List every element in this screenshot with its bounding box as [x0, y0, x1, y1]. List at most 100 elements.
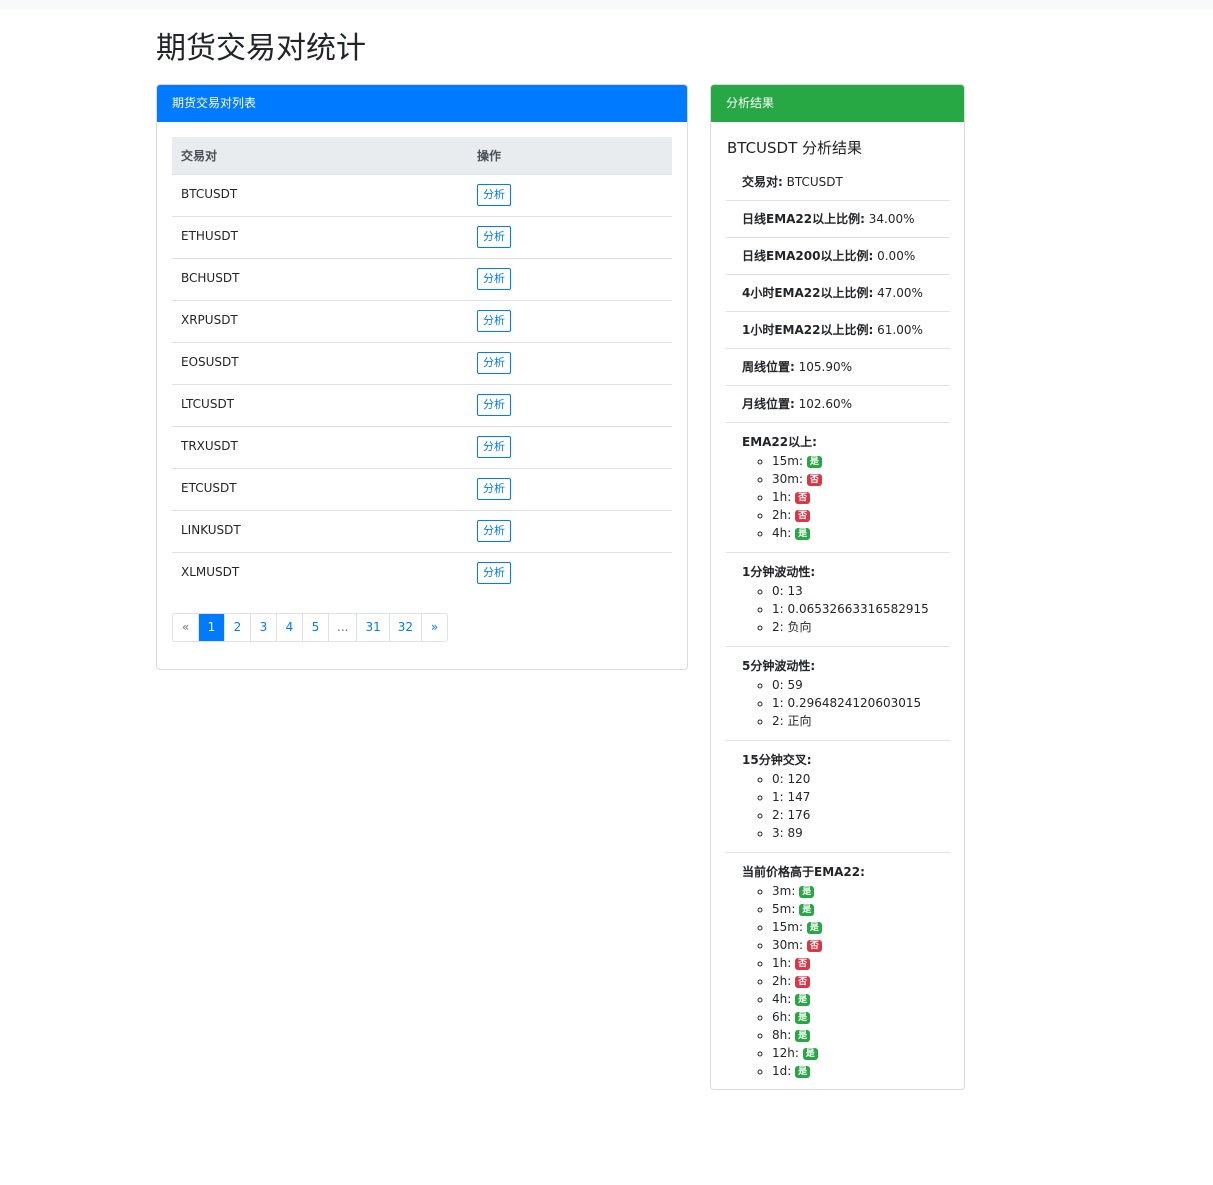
list-item-value: 89 — [787, 826, 803, 840]
list-item-value: 147 — [787, 790, 811, 804]
action-cell: 分析 — [468, 174, 672, 217]
table-row: ETHUSDT 分析 — [172, 216, 672, 259]
table-row: BTCUSDT 分析 — [172, 174, 672, 217]
result-group-list: 3m: 是5m: 是15m: 是30m: 否1h: 否2h: 否4h: 是6h:… — [742, 882, 950, 1080]
list-item-key: 0: — [772, 678, 784, 692]
pagination-next[interactable]: » — [422, 614, 447, 641]
list-item: 4h: 是 — [772, 524, 950, 542]
analyze-button[interactable]: 分析 — [477, 520, 511, 542]
action-cell: 分析 — [468, 384, 672, 427]
list-item: 6h: 是 — [772, 1008, 950, 1026]
list-item: 5m: 是 — [772, 900, 950, 918]
result-group-label: 5分钟波动性: — [742, 659, 816, 673]
analyze-button[interactable]: 分析 — [477, 436, 511, 458]
list-item: 4h: 是 — [772, 990, 950, 1008]
list-item-key: 15m: — [772, 920, 804, 934]
pair-name: LINKUSDT — [172, 510, 468, 553]
status-badge: 否 — [795, 510, 811, 522]
status-badge: 是 — [799, 886, 815, 898]
status-badge: 是 — [802, 1048, 818, 1060]
pagination-page[interactable]: 2 — [225, 614, 251, 641]
analyze-button[interactable]: 分析 — [477, 310, 511, 332]
action-cell: 分析 — [468, 300, 672, 343]
list-item: 1: 0.06532663316582915 — [772, 600, 950, 618]
list-item: 1: 0.2964824120603015 — [772, 694, 950, 712]
pagination-page[interactable]: 31 — [357, 614, 390, 641]
pair-name: BCHUSDT — [172, 258, 468, 301]
analyze-button[interactable]: 分析 — [477, 352, 511, 374]
result-group: 当前价格高于EMA22:3m: 是5m: 是15m: 是30m: 否1h: 否2… — [726, 853, 950, 1089]
pagination-prev[interactable]: « — [173, 614, 199, 641]
list-item: 15m: 是 — [772, 452, 950, 470]
result-group-label: 1分钟波动性: — [742, 565, 816, 579]
status-badge: 是 — [795, 1030, 811, 1042]
list-item-key: 0: — [772, 584, 784, 598]
pairs-card-header: 期货交易对列表 — [157, 85, 687, 122]
list-item-key: 30m: — [772, 472, 804, 486]
list-item-value: 正向 — [787, 714, 812, 728]
list-item-key: 3m: — [772, 884, 796, 898]
pair-name: LTCUSDT — [172, 384, 468, 427]
pair-name: XRPUSDT — [172, 300, 468, 343]
list-item-value: 13 — [787, 584, 803, 598]
status-badge: 是 — [795, 528, 811, 540]
result-field: 4小时EMA22以上比例: 47.00% — [726, 275, 950, 312]
result-field-label: 日线EMA22以上比例: — [742, 212, 865, 226]
list-item-value: 59 — [787, 678, 803, 692]
list-item: 1: 147 — [772, 788, 950, 806]
list-item: 2h: 否 — [772, 972, 950, 990]
pagination-page[interactable]: 1 — [199, 614, 225, 641]
list-item: 30m: 否 — [772, 470, 950, 488]
column-header-action: 操作 — [468, 137, 672, 175]
result-card-header: 分析结果 — [711, 85, 964, 122]
top-bar — [0, 0, 1213, 10]
list-item-key: 1: — [772, 696, 784, 710]
analyze-button[interactable]: 分析 — [477, 184, 511, 206]
result-field-value: BTCUSDT — [786, 175, 843, 189]
analyze-button[interactable]: 分析 — [477, 268, 511, 290]
list-item: 1h: 否 — [772, 954, 950, 972]
list-item: 2h: 否 — [772, 506, 950, 524]
list-item: 1h: 否 — [772, 488, 950, 506]
list-item-key: 0: — [772, 772, 784, 786]
analyze-button[interactable]: 分析 — [477, 562, 511, 584]
list-item-value: 120 — [787, 772, 811, 786]
column-header-pair: 交易对 — [172, 137, 468, 175]
action-cell: 分析 — [468, 342, 672, 385]
pairs-table: 交易对 操作 BTCUSDT 分析 ETHUSDT 分析 BCHUSDT 分析 XRPUSD… — [172, 137, 672, 595]
list-item: 15m: 是 — [772, 918, 950, 936]
list-item-key: 2: — [772, 808, 784, 822]
result-group-list: 15m: 是30m: 否1h: 否2h: 否4h: 是 — [742, 452, 950, 542]
status-badge: 是 — [806, 922, 822, 934]
list-item-key: 2: — [772, 714, 784, 728]
result-field-value: 105.90% — [798, 360, 853, 374]
pagination-page[interactable]: 4 — [277, 614, 303, 641]
list-item-key: 8h: — [772, 1028, 792, 1042]
analyze-button[interactable]: 分析 — [477, 226, 511, 248]
pagination-page[interactable]: 32 — [390, 614, 423, 641]
pagination-page[interactable]: ... — [329, 614, 358, 641]
pagination-page[interactable]: 5 — [303, 614, 329, 641]
status-badge: 否 — [795, 976, 811, 988]
result-field-label: 周线位置: — [742, 360, 795, 374]
list-item-value: 0.2964824120603015 — [787, 696, 922, 710]
table-row: LINKUSDT 分析 — [172, 510, 672, 553]
result-group: EMA22以上:15m: 是30m: 否1h: 否2h: 否4h: 是 — [726, 423, 950, 553]
analyze-button[interactable]: 分析 — [477, 394, 511, 416]
status-badge: 否 — [795, 958, 811, 970]
analyze-button[interactable]: 分析 — [477, 478, 511, 500]
list-item-value: 负向 — [787, 620, 812, 634]
list-item: 3: 89 — [772, 824, 950, 842]
list-item-key: 1d: — [772, 1064, 792, 1078]
list-item: 0: 120 — [772, 770, 950, 788]
result-group-list: 0: 1201: 1472: 1763: 89 — [742, 770, 950, 842]
list-item: 2: 负向 — [772, 618, 950, 636]
result-group: 15分钟交叉:0: 1201: 1472: 1763: 89 — [726, 741, 950, 853]
list-item-key: 2h: — [772, 508, 792, 522]
result-group-label: 当前价格高于EMA22: — [742, 865, 865, 879]
table-row: BCHUSDT 分析 — [172, 258, 672, 301]
pair-name: BTCUSDT — [172, 174, 468, 217]
list-item: 2: 正向 — [772, 712, 950, 730]
pair-name: TRXUSDT — [172, 426, 468, 469]
pagination-page[interactable]: 3 — [251, 614, 277, 641]
